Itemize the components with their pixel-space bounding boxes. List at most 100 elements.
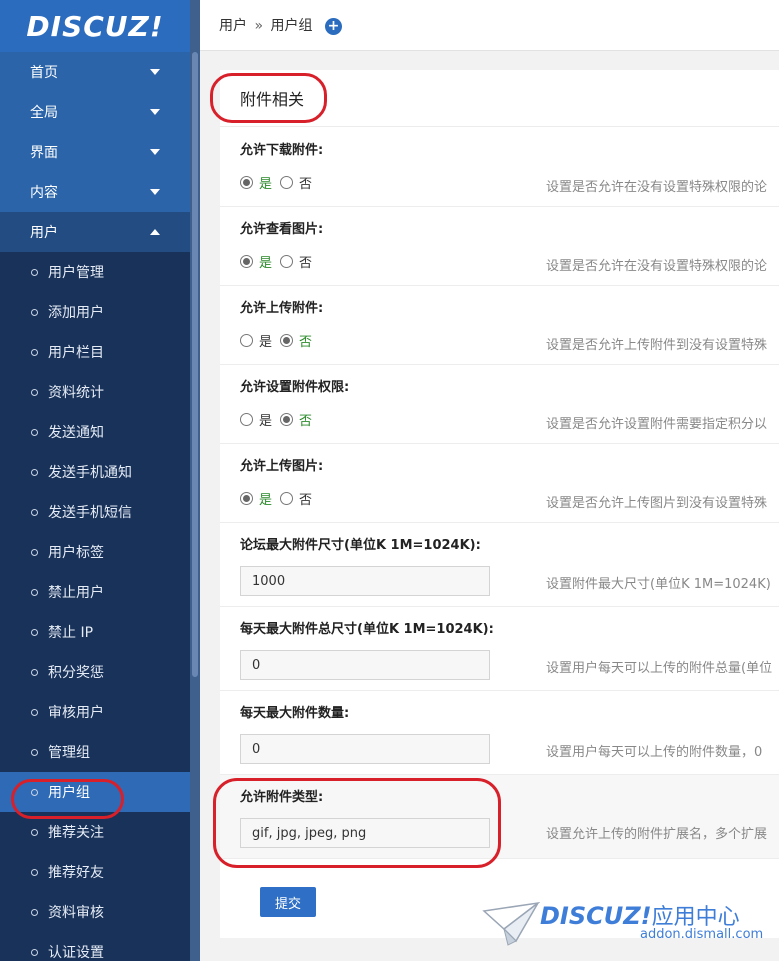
bullet-icon bbox=[31, 668, 38, 676]
setting-row: 每天最大附件总尺寸(单位K 1M=1024K): 0 设置用户每天可以上传的附件… bbox=[220, 607, 779, 691]
setting-description: 设置是否允许上传图片到没有设置特殊 bbox=[546, 496, 768, 511]
radio-no[interactable]: 否 bbox=[280, 410, 312, 429]
radio-button[interactable] bbox=[280, 255, 294, 268]
radio-yes[interactable]: 是 bbox=[240, 173, 272, 192]
sidebar-subitem-profile-stats[interactable]: 资料统计 bbox=[0, 372, 190, 412]
sidebar-item-global[interactable]: 全局 bbox=[0, 92, 190, 132]
sidebar-subitem-user-tags[interactable]: 用户标签 bbox=[0, 532, 190, 572]
daily-attachment-size-input[interactable]: 0 bbox=[240, 650, 490, 680]
sidebar-subitem-credits[interactable]: 积分奖惩 bbox=[0, 652, 190, 692]
sidebar-subitem-label: 禁止 IP bbox=[48, 625, 94, 641]
sidebar-subitem-profile-review[interactable]: 资料审核 bbox=[0, 892, 190, 932]
radio-button[interactable] bbox=[240, 176, 253, 189]
radio-button[interactable] bbox=[240, 492, 253, 505]
radio-button[interactable] bbox=[240, 334, 253, 347]
caret-down-icon bbox=[150, 69, 160, 75]
radio-button[interactable] bbox=[240, 255, 253, 268]
radio-no[interactable]: 否 bbox=[280, 173, 312, 192]
setting-row: 每天最大附件数量: 0 设置用户每天可以上传的附件数量，0 bbox=[220, 691, 779, 775]
bullet-icon bbox=[31, 348, 38, 356]
daily-attachment-count-input[interactable]: 0 bbox=[240, 734, 490, 764]
sidebar-subitem-send-notice[interactable]: 发送通知 bbox=[0, 412, 190, 452]
setting-description: 设置允许上传的附件扩展名，多个扩展 bbox=[546, 827, 768, 842]
bullet-icon bbox=[31, 428, 38, 436]
sidebar-subitem-send-sms[interactable]: 发送手机短信 bbox=[0, 492, 190, 532]
sidebar-subitem-recommend-friends[interactable]: 推荐好友 bbox=[0, 852, 190, 892]
radio-label: 否 bbox=[299, 493, 313, 508]
breadcrumb-usergroup: 用户组 bbox=[270, 18, 313, 34]
watermark-url: addon.dismall.com bbox=[640, 927, 764, 942]
sidebar-subitem-ban-ip[interactable]: 禁止 IP bbox=[0, 612, 190, 652]
bullet-icon bbox=[31, 268, 38, 276]
radio-no[interactable]: 否 bbox=[280, 252, 312, 271]
sidebar-item-home[interactable]: 首页 bbox=[0, 52, 190, 92]
sidebar-subitem-verify-settings[interactable]: 认证设置 bbox=[0, 932, 190, 961]
radio-yes[interactable]: 是 bbox=[240, 331, 272, 350]
max-attachment-size-input[interactable]: 1000 bbox=[240, 566, 490, 596]
sidebar-subitem-label: 发送通知 bbox=[48, 425, 104, 441]
radio-no[interactable]: 否 bbox=[280, 331, 312, 350]
radio-button[interactable] bbox=[240, 413, 253, 426]
sidebar-subitem-review-users[interactable]: 审核用户 bbox=[0, 692, 190, 732]
radio-group: 是 否 bbox=[240, 252, 320, 271]
bullet-icon bbox=[31, 828, 38, 836]
radio-label: 否 bbox=[299, 335, 313, 350]
breadcrumb-users[interactable]: 用户 bbox=[219, 18, 247, 34]
sidebar-item-users[interactable]: 用户 bbox=[0, 212, 190, 252]
watermark: DISCUZ!应用中心 addon.dismall.com bbox=[482, 897, 772, 957]
radio-label: 是 bbox=[259, 414, 273, 429]
paper-plane-icon bbox=[482, 901, 540, 946]
sidebar-scrollbar-thumb[interactable] bbox=[192, 52, 198, 677]
radio-yes[interactable]: 是 bbox=[240, 252, 272, 271]
radio-label: 是 bbox=[259, 335, 273, 350]
caret-down-icon bbox=[150, 149, 160, 155]
sidebar-subitem-label: 资料统计 bbox=[48, 385, 104, 401]
radio-no[interactable]: 否 bbox=[280, 489, 312, 508]
watermark-brand-text: DISCUZ! bbox=[540, 902, 652, 930]
setting-description: 设置是否允许设置附件需要指定积分以 bbox=[546, 417, 768, 432]
setting-label: 允许设置附件权限: bbox=[240, 380, 350, 395]
bullet-icon bbox=[31, 588, 38, 596]
sidebar-subitem-user-columns[interactable]: 用户栏目 bbox=[0, 332, 190, 372]
radio-button[interactable] bbox=[280, 413, 294, 426]
sidebar-subitem-label: 用户标签 bbox=[48, 545, 104, 561]
logo[interactable]: DISCUZ! bbox=[0, 0, 190, 52]
setting-row: 允许查看图片: 是 否 设置是否允许在没有设置特殊权限的论 bbox=[220, 207, 779, 286]
sidebar-subitem-label: 积分奖惩 bbox=[48, 665, 104, 681]
radio-button[interactable] bbox=[280, 492, 294, 505]
sidebar-subitem-send-mobile-notice[interactable]: 发送手机通知 bbox=[0, 452, 190, 492]
sidebar-subitem-add-user[interactable]: 添加用户 bbox=[0, 292, 190, 332]
sidebar-item-interface[interactable]: 界面 bbox=[0, 132, 190, 172]
setting-label: 论坛最大附件尺寸(单位K 1M=1024K): bbox=[240, 538, 481, 553]
sidebar-item-label: 用户 bbox=[30, 225, 58, 241]
setting-label: 允许上传图片: bbox=[240, 459, 324, 474]
sidebar-subitem-user-management[interactable]: 用户管理 bbox=[0, 252, 190, 292]
setting-row: 允许上传附件: 是 否 设置是否允许上传附件到没有设置特殊 bbox=[220, 286, 779, 365]
add-icon[interactable]: + bbox=[324, 17, 342, 35]
radio-button[interactable] bbox=[280, 334, 294, 347]
radio-label: 否 bbox=[299, 177, 313, 192]
sidebar-subitem-admin-groups[interactable]: 管理组 bbox=[0, 732, 190, 772]
radio-button[interactable] bbox=[280, 176, 294, 189]
radio-yes[interactable]: 是 bbox=[240, 410, 272, 429]
caret-down-icon bbox=[150, 189, 160, 195]
setting-description: 设置是否允许在没有设置特殊权限的论 bbox=[546, 180, 768, 195]
setting-label: 允许查看图片: bbox=[240, 222, 324, 237]
setting-label: 允许下载附件: bbox=[240, 143, 324, 158]
setting-row: 允许下载附件: 是 否 设置是否允许在没有设置特殊权限的论 bbox=[220, 128, 779, 207]
annotation-circle-title bbox=[210, 73, 327, 123]
radio-group: 是 否 bbox=[240, 331, 320, 350]
setting-label: 每天最大附件总尺寸(单位K 1M=1024K): bbox=[240, 622, 494, 637]
sidebar-subitem-ban-user[interactable]: 禁止用户 bbox=[0, 572, 190, 612]
submit-button[interactable]: 提交 bbox=[260, 887, 316, 917]
header: 用户 » 用户组 + bbox=[200, 0, 779, 51]
setting-description: 设置是否允许在没有设置特殊权限的论 bbox=[546, 259, 768, 274]
sidebar-item-content[interactable]: 内容 bbox=[0, 172, 190, 212]
radio-yes[interactable]: 是 bbox=[240, 489, 272, 508]
bullet-icon bbox=[31, 708, 38, 716]
setting-description: 设置是否允许上传附件到没有设置特殊 bbox=[546, 338, 768, 353]
sidebar-item-label: 全局 bbox=[30, 105, 58, 121]
sidebar-subitem-label: 发送手机通知 bbox=[48, 465, 132, 481]
radio-group: 是 否 bbox=[240, 410, 320, 429]
radio-group: 是 否 bbox=[240, 173, 320, 192]
